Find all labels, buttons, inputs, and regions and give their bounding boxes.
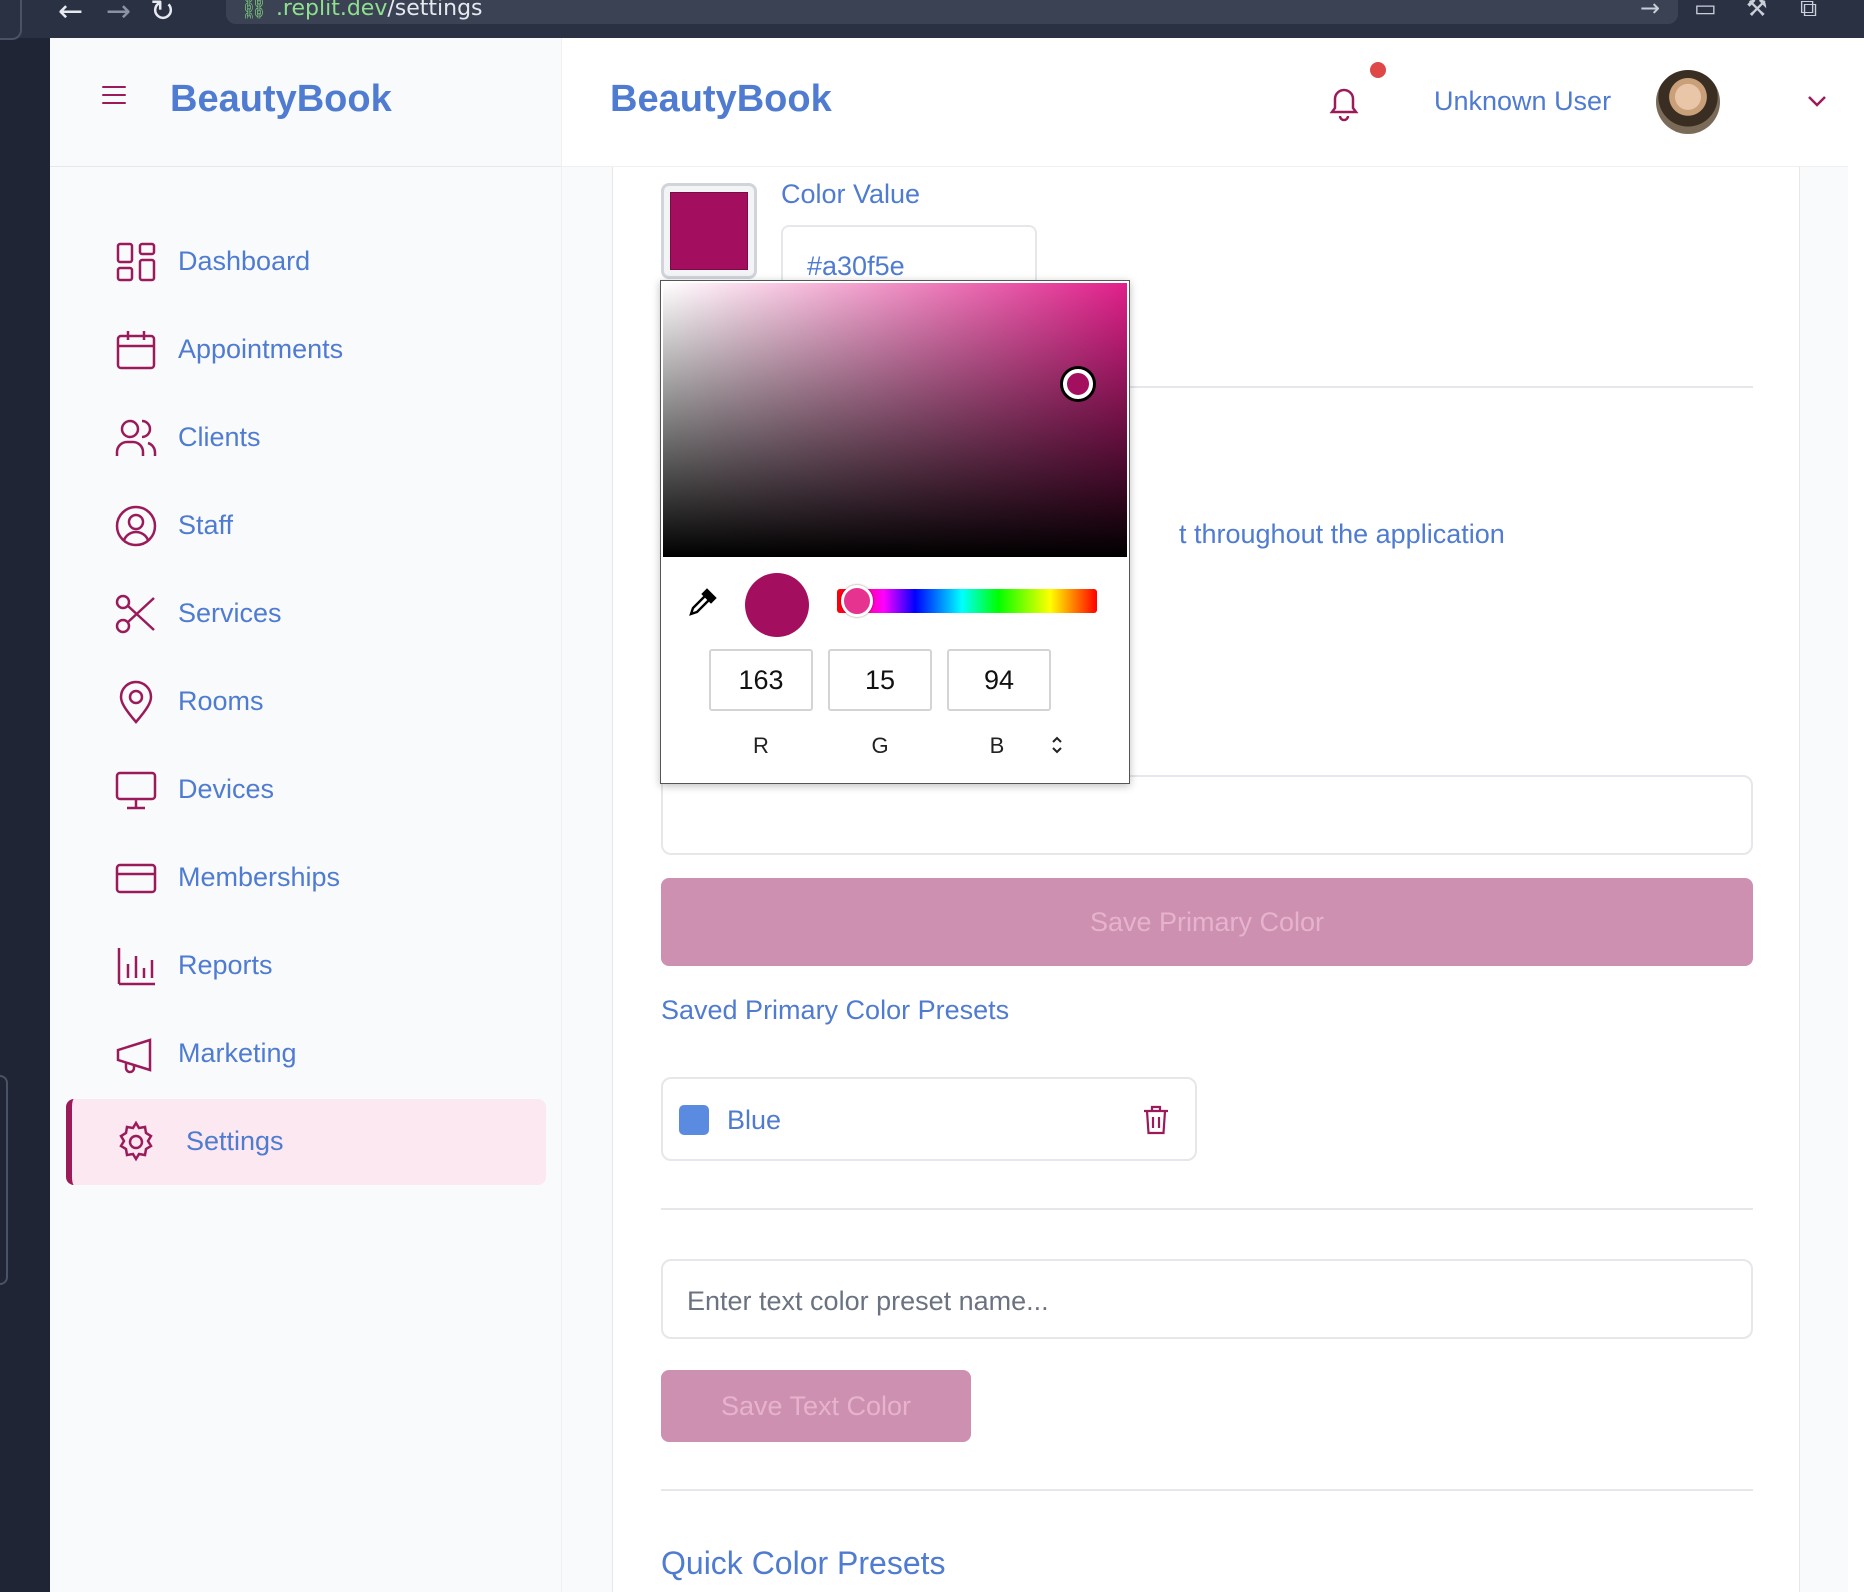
sidebar-item-label: Rooms: [178, 686, 264, 716]
forward-icon[interactable]: →: [106, 0, 131, 29]
save-text-color-button[interactable]: Save Text Color: [661, 1370, 971, 1442]
red-label: R: [753, 733, 769, 758]
browser-side-tab[interactable]: [0, 0, 22, 40]
trash-icon[interactable]: [1141, 1103, 1171, 1137]
saved-presets-title: Saved Primary Color Presets: [661, 995, 1010, 1025]
saturation-handle[interactable]: [1063, 369, 1093, 399]
sidebar-item-label: Reports: [178, 950, 273, 980]
header-brand[interactable]: BeautyBook: [610, 78, 832, 121]
save-primary-color-button[interactable]: Save Primary Color: [661, 878, 1753, 966]
sidebar-item-label: Appointments: [178, 334, 344, 364]
megaphone-icon: [116, 1038, 152, 1074]
sidebar-item-staff[interactable]: Staff: [66, 483, 546, 569]
link-icon: ⛓: [240, 0, 268, 21]
sidebar-header: BeautyBook: [50, 38, 561, 167]
sidebar-brand[interactable]: BeautyBook: [170, 78, 392, 121]
sidebar-item-memberships[interactable]: Memberships: [66, 835, 546, 921]
bar-chart-icon: [117, 948, 155, 986]
notification-badge: [1370, 62, 1386, 78]
dashboard-icon: [116, 242, 156, 282]
calendar-icon: [116, 331, 156, 370]
back-icon[interactable]: ←: [58, 0, 83, 29]
gear-icon: [119, 1120, 153, 1162]
new-tab-icon[interactable]: ⧉: [1800, 0, 1817, 22]
credit-card-icon: [115, 863, 157, 894]
sidebar-item-label: Memberships: [178, 862, 341, 892]
sidebar-item-clients[interactable]: Clients: [66, 395, 546, 481]
red-input[interactable]: 163: [709, 649, 813, 711]
user-name[interactable]: Unknown User: [1434, 86, 1611, 117]
sidebar-item-rooms[interactable]: Rooms: [66, 659, 546, 745]
url-path: /settings: [387, 0, 483, 21]
wrench-icon[interactable]: ⚒: [1746, 0, 1768, 22]
address-bar[interactable]: ⛓ .replit.dev/settings: [226, 0, 1678, 24]
users-icon: [115, 419, 157, 456]
primary-preset-name-input[interactable]: [661, 775, 1753, 855]
sidebar-item-label: Clients: [178, 422, 261, 452]
blue-label: B: [989, 733, 1005, 758]
sidebar-item-devices[interactable]: Devices: [66, 747, 546, 833]
color-swatch-button[interactable]: [661, 183, 757, 279]
top-header: BeautyBook Unknown User: [562, 38, 1848, 167]
sidebar-item-label: Staff: [178, 510, 234, 540]
sidebar-item-services[interactable]: Services: [66, 571, 546, 657]
menu-icon[interactable]: [102, 86, 126, 104]
sidebar-item-label: Services: [178, 598, 282, 628]
user-circle-icon: [115, 505, 157, 547]
browser-side-handle[interactable]: [0, 1075, 8, 1285]
browser-chrome: ← → ↻ ⛓ .replit.dev/settings → ▭ ⚒ ⧉: [0, 0, 1864, 40]
window-edge: [1848, 38, 1864, 1592]
sidebar-item-dashboard[interactable]: Dashboard: [66, 219, 546, 305]
sidebar-item-label: Marketing: [178, 1038, 297, 1068]
scissors-icon: [115, 594, 155, 634]
divider: [661, 1208, 1753, 1210]
saturation-area[interactable]: [663, 283, 1127, 557]
chevron-up-down-icon[interactable]: [1045, 731, 1069, 759]
color-picker-popover: 163 15 94 R G B: [660, 280, 1130, 784]
sidebar: BeautyBook Dashboard Appointments Client…: [50, 38, 562, 1592]
sidebar-item-appointments[interactable]: Appointments: [66, 307, 546, 393]
hue-slider-handle[interactable]: [841, 585, 873, 617]
preset-name: Blue: [727, 1105, 782, 1135]
chevron-down-icon[interactable]: [1806, 90, 1828, 112]
share-arrow-icon[interactable]: →: [1640, 0, 1660, 22]
selected-color-preview: [745, 573, 809, 637]
color-value-label: Color Value: [781, 179, 921, 209]
app-root: BeautyBook Dashboard Appointments Client…: [50, 38, 1848, 1592]
text-preset-name-input[interactable]: Enter text color preset name...: [661, 1259, 1753, 1339]
blue-input[interactable]: 94: [947, 649, 1051, 711]
color-swatch: [670, 192, 748, 270]
hue-slider[interactable]: [837, 589, 1097, 613]
bell-icon[interactable]: [1326, 84, 1362, 122]
quick-presets-title: Quick Color Presets: [661, 1545, 946, 1581]
sidebar-item-label: Dashboard: [178, 246, 311, 276]
sidebar-item-reports[interactable]: Reports: [66, 923, 546, 1009]
eyedropper-icon[interactable]: [687, 586, 719, 618]
color-description: t throughout the application: [1179, 519, 1505, 549]
divider: [661, 1489, 1753, 1491]
green-label: G: [871, 733, 889, 758]
sidebar-item-label: Devices: [178, 774, 275, 804]
desktop-icon[interactable]: ▭: [1694, 0, 1717, 22]
avatar[interactable]: [1656, 70, 1720, 134]
sidebar-item-settings[interactable]: Settings: [66, 1099, 546, 1185]
reload-icon[interactable]: ↻: [150, 0, 175, 29]
map-pin-icon: [119, 680, 153, 724]
green-input[interactable]: 15: [828, 649, 932, 711]
url-host: .replit.dev: [275, 0, 388, 21]
sidebar-item-label: Settings: [186, 1126, 284, 1156]
preset-item[interactable]: Blue: [661, 1077, 1197, 1161]
monitor-icon: [115, 771, 157, 810]
preset-swatch: [679, 1105, 709, 1135]
sidebar-item-marketing[interactable]: Marketing: [66, 1011, 546, 1097]
